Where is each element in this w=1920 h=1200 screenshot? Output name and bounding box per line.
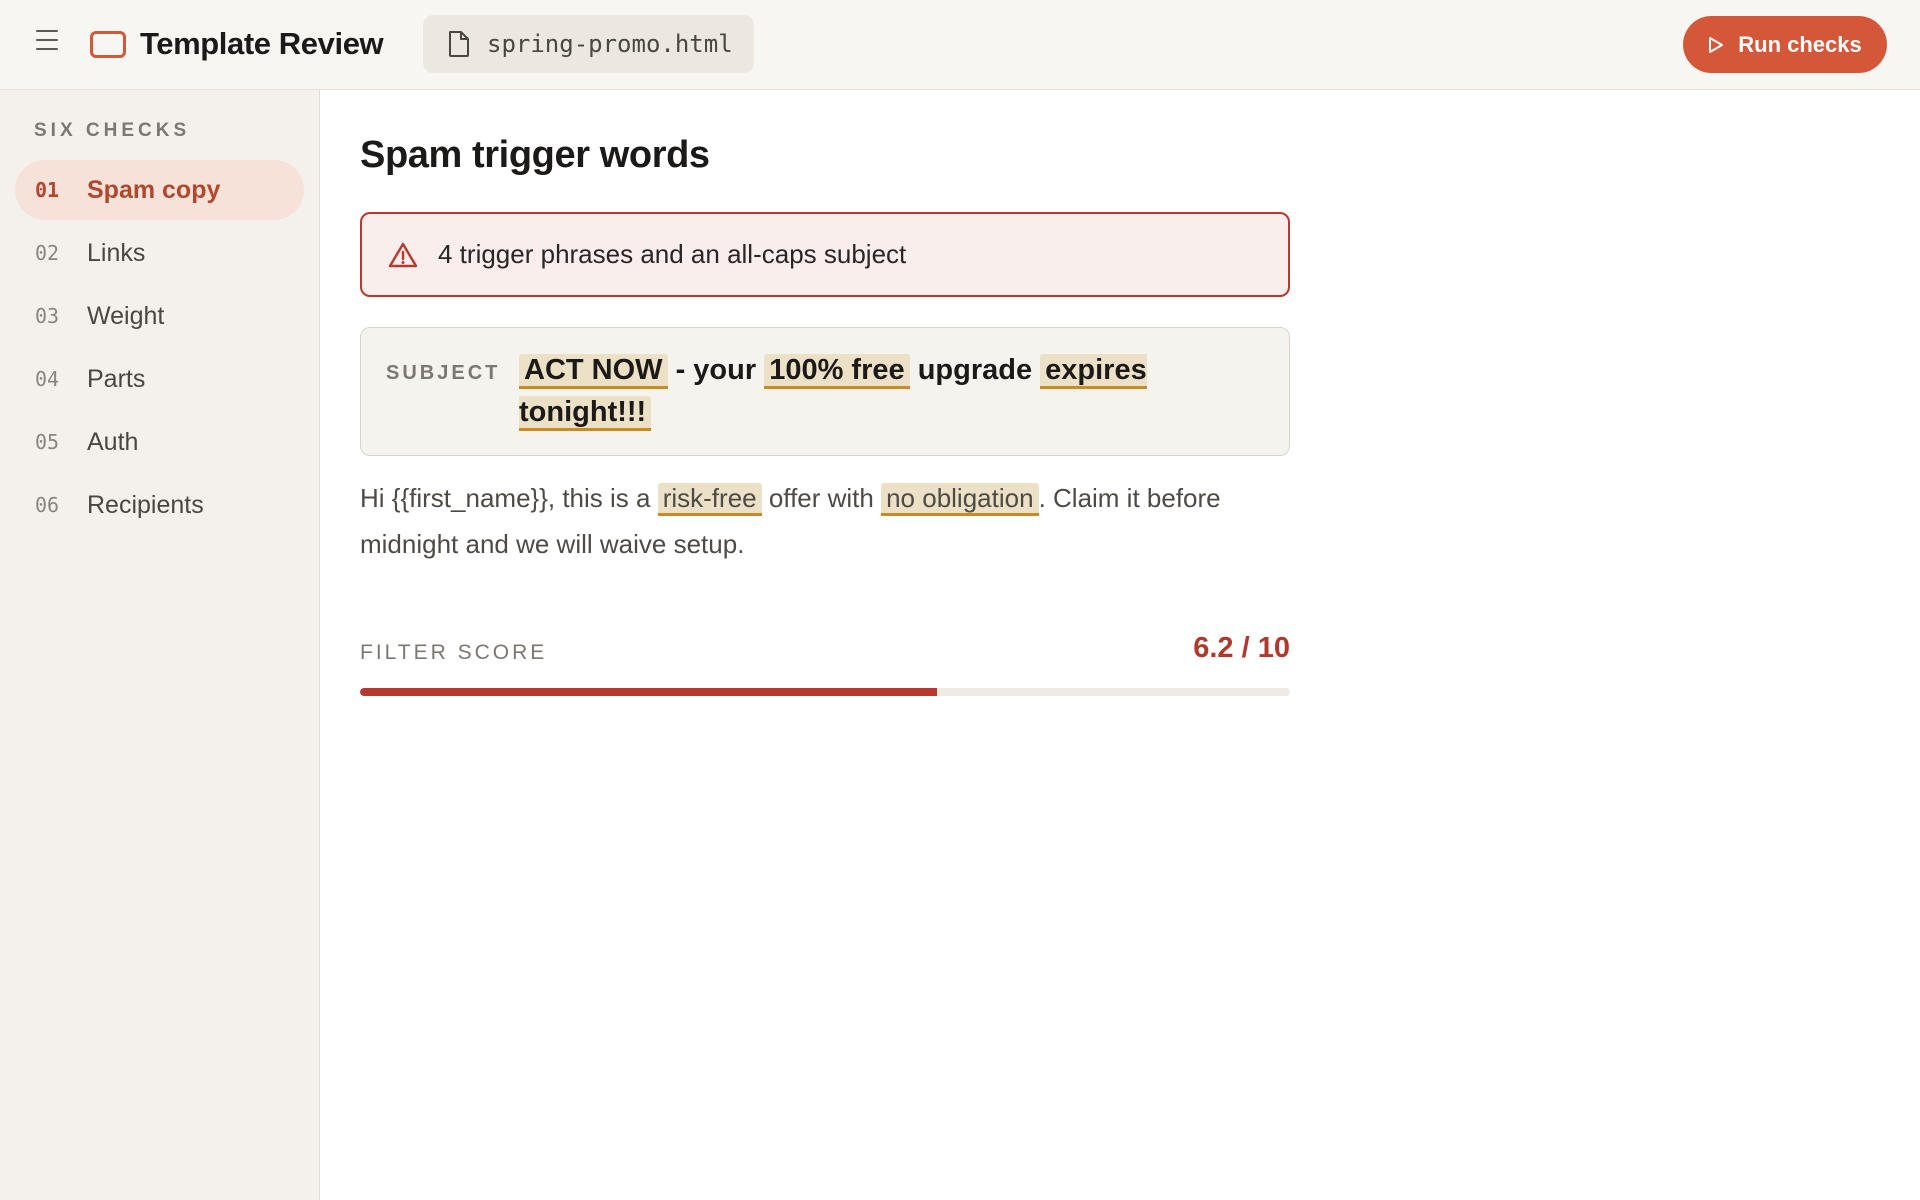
sidebar-item-number: 04 [35,367,60,391]
run-checks-label: Run checks [1738,31,1862,57]
file-chip[interactable]: spring-promo.html [423,15,754,73]
app-logo-icon [90,31,126,58]
filter-score-label: FILTER SCORE [360,641,548,664]
body-fragment: Hi {{first_name}}, this is a [360,483,658,513]
app-title: Template Review [140,26,384,61]
top-bar: Template Review spring-promo.html Run ch… [0,0,1920,90]
sidebar-item-number: 03 [35,304,60,328]
sidebar-item-number: 01 [35,178,60,202]
sidebar-item-weight[interactable]: 03 Weight [15,286,304,346]
subject-label: SUBJECT [386,362,501,384]
sidebar-heading: SIX CHECKS [34,120,191,141]
sidebar-item-label: Spam copy [87,175,221,204]
file-name: spring-promo.html [487,30,733,58]
body-preview: Hi {{first_name}}, this is a risk-free o… [360,475,1290,567]
trigger-phrase: risk-free [657,483,762,516]
filter-score-value: 6.2 / 10 [1193,632,1290,664]
sidebar-item-links[interactable]: 02 Links [15,223,304,283]
subject-text: ACT NOW - your 100% free upgrade expires… [519,349,1159,433]
warning-icon [388,242,418,267]
sidebar-item-label: Parts [87,364,146,393]
sidebar-item-label: Weight [87,301,165,330]
sidebar-item-label: Recipients [87,490,204,519]
sidebar-item-label: Links [87,238,146,267]
body-fragment: offer with [761,483,882,513]
alert-banner: 4 trigger phrases and an all-caps subjec… [360,212,1290,297]
play-icon [1709,36,1724,53]
sidebar-item-recipients[interactable]: 06 Recipients [15,475,304,535]
trigger-phrase: ACT NOW [519,354,668,389]
filter-score-fill [360,688,937,696]
alert-text: 4 trigger phrases and an all-caps subjec… [438,239,907,269]
subject-fragment: - your [667,354,765,386]
sidebar-item-auth[interactable]: 05 Auth [15,412,304,472]
run-checks-button[interactable]: Run checks [1683,16,1887,73]
sidebar: SIX CHECKS 01 Spam copy 02 Links 03 Weig… [0,90,320,1200]
sidebar-item-number: 02 [35,241,60,265]
sidebar-item-parts[interactable]: 04 Parts [15,349,304,409]
trigger-phrase: no obligation [881,483,1039,516]
sidebar-item-spam-copy[interactable]: 01 Spam copy [15,160,304,220]
sidebar-item-number: 05 [35,430,60,454]
filter-score-bar [360,688,1290,696]
subject-preview: SUBJECT ACT NOW - your 100% free upgrade… [360,327,1290,456]
file-icon [449,31,469,57]
menu-icon[interactable] [36,30,60,50]
sidebar-item-number: 06 [35,493,60,517]
trigger-phrase: 100% free [764,354,910,389]
sidebar-item-label: Auth [87,427,139,456]
page-title: Spam trigger words [360,134,710,176]
subject-fragment: upgrade [909,354,1041,386]
